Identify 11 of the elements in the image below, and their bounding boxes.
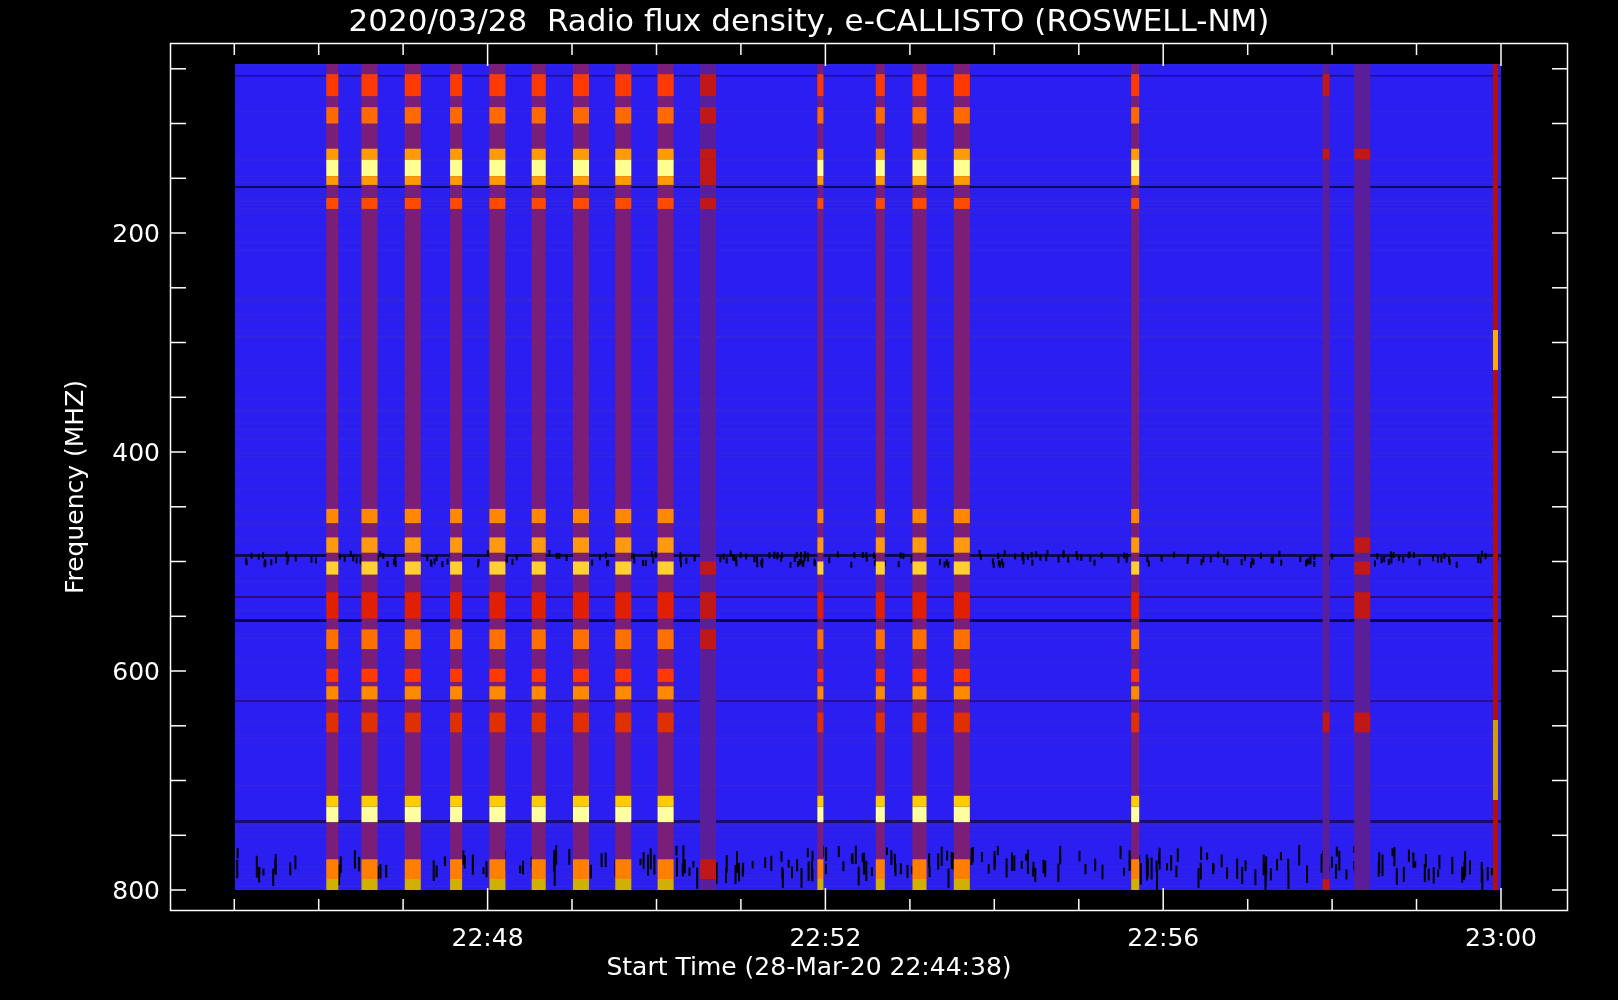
tick-label: 22:48 <box>451 923 524 952</box>
tick-label: 23:00 <box>1465 923 1537 952</box>
tick-label: 200 <box>112 219 160 248</box>
chart-title: 2020/03/28 Radio flux density, e-CALLISTO (ROSWELL-NM) <box>348 2 1270 38</box>
axis-title: Frequency (MHZ) <box>60 379 89 595</box>
tick-label: 600 <box>112 657 160 686</box>
tick-label: 400 <box>112 438 160 467</box>
tick-label: 22:52 <box>789 923 862 952</box>
tick-label: 800 <box>112 876 160 905</box>
axis-title: Start Time (28-Mar-20 22:44:38) <box>606 952 1012 981</box>
tick-label: 22:56 <box>1127 923 1200 952</box>
